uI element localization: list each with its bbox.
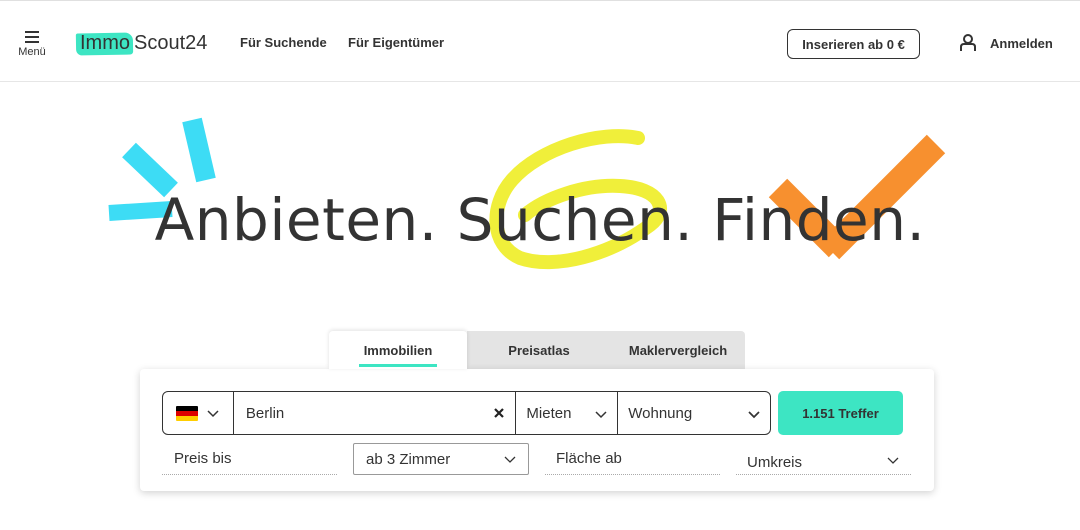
- search-tabs: Immobilien Preisatlas Maklervergleich: [329, 331, 745, 369]
- offer-type-select[interactable]: Mieten: [516, 392, 619, 434]
- chevron-down-icon: [504, 456, 516, 463]
- hero-word-anbieten: Anbieten.: [154, 186, 438, 254]
- property-type-value: Wohnung: [628, 404, 693, 422]
- insert-listing-button[interactable]: Inserieren ab 0 €: [787, 29, 920, 59]
- hamburger-icon: [25, 31, 39, 43]
- tab-preisatlas[interactable]: Preisatlas: [467, 331, 611, 369]
- show-results-button[interactable]: 1.151 Treffer: [778, 391, 903, 435]
- price-filter[interactable]: Preis bis: [162, 447, 337, 475]
- menu-button[interactable]: Menü: [14, 31, 50, 67]
- site-header: Menü Immo Scout24 Für Suchende Für Eigen…: [0, 0, 1080, 82]
- hero-word-suchen: Suchen.: [456, 186, 694, 254]
- location-input[interactable]: [245, 404, 476, 422]
- chevron-down-icon: [748, 411, 760, 419]
- germany-flag-icon: [176, 405, 198, 421]
- rooms-filter-select[interactable]: ab 3 Zimmer: [353, 443, 529, 475]
- hero-word-finden: Finden.: [712, 186, 926, 254]
- offer-type-value: Mieten: [526, 404, 572, 422]
- radius-filter-value: Umkreis: [747, 454, 802, 471]
- radius-filter-select[interactable]: Umkreis: [736, 447, 911, 475]
- search-panel: Mieten Wohnung 1.151 Treffer Preis bis a…: [140, 369, 934, 491]
- menu-label: Menü: [18, 46, 46, 58]
- chevron-down-icon: [887, 457, 899, 464]
- logo-immo-text: Immo: [76, 32, 133, 55]
- chevron-down-icon: [595, 411, 607, 419]
- nav-fuer-suchende[interactable]: Für Suchende: [240, 35, 327, 50]
- clear-icon[interactable]: [493, 407, 505, 419]
- logo-scout24-text: Scout24: [134, 31, 208, 54]
- user-icon: [960, 34, 976, 51]
- country-select[interactable]: [163, 392, 234, 434]
- login-button[interactable]: Anmelden: [958, 33, 1053, 53]
- login-label: Anmelden: [990, 35, 1053, 51]
- nav-fuer-eigentuemer[interactable]: Für Eigentümer: [348, 35, 444, 50]
- chevron-down-icon: [207, 410, 219, 418]
- location-field: [234, 392, 517, 434]
- property-type-select[interactable]: Wohnung: [618, 392, 770, 434]
- tab-maklervergleich[interactable]: Maklervergleich: [611, 331, 745, 369]
- immoscout24-logo[interactable]: Immo Scout24: [76, 30, 207, 56]
- tab-immobilien[interactable]: Immobilien: [329, 331, 467, 369]
- hero-headline: Anbieten. Suchen. Finden.: [0, 186, 1080, 254]
- rooms-filter-value: ab 3 Zimmer: [366, 450, 451, 468]
- area-filter[interactable]: Fläche ab: [545, 447, 720, 475]
- search-bar: Mieten Wohnung: [162, 391, 771, 435]
